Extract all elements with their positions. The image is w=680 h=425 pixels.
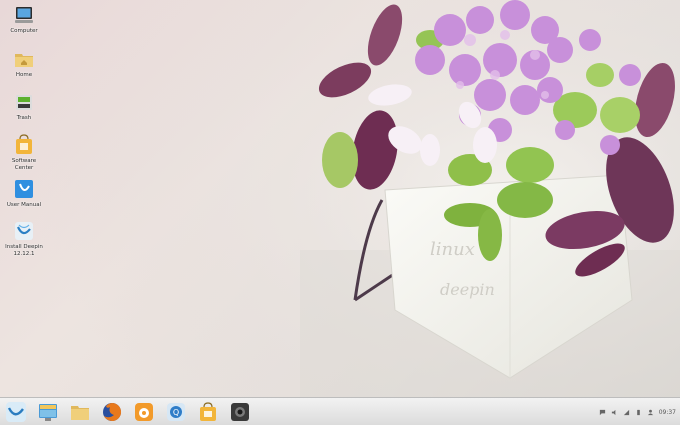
svg-text:Q: Q	[173, 408, 179, 417]
desktop-icon-label: Home	[15, 72, 33, 78]
file-manager-icon	[71, 406, 89, 420]
desktop-icon-label: Install Deepin 12.12.1	[5, 244, 43, 257]
desktop-icon-trash[interactable]: Trash	[2, 91, 46, 122]
desktop-icon-home[interactable]: Home	[2, 48, 46, 79]
dock-launcher-button[interactable]	[4, 400, 28, 424]
music-player-icon	[135, 403, 153, 421]
dock-camera-button[interactable]	[228, 400, 252, 424]
power-icon[interactable]	[635, 409, 642, 416]
network-icon[interactable]	[623, 409, 630, 416]
dock-chat-button[interactable]: Q	[164, 400, 188, 424]
chat-bubble-icon[interactable]	[599, 409, 606, 416]
camera-icon	[231, 403, 249, 421]
desktop-icon-label: Trash	[16, 115, 32, 121]
home-folder-icon	[15, 54, 33, 67]
dock-show-desktop-button[interactable]	[36, 400, 60, 424]
deepin-launcher-icon	[6, 402, 26, 422]
watermark-deepin: deepin	[440, 280, 495, 299]
desktop-icon-software-center[interactable]: Software Center	[2, 134, 46, 172]
taskbar: Q 09:37	[0, 397, 680, 425]
desktop-icon-install-deepin[interactable]: Install Deepin 12.12.1	[2, 220, 46, 258]
desktop-icon-label: User Manual	[6, 202, 42, 208]
clock[interactable]: 09:37	[659, 409, 676, 416]
system-tray: 09:37	[599, 406, 676, 418]
user-manual-icon	[15, 180, 33, 198]
trash-icon	[16, 95, 32, 110]
dock-music-player-button[interactable]	[132, 400, 156, 424]
dock-software-center-button[interactable]	[196, 400, 220, 424]
dock-firefox-button[interactable]	[100, 400, 124, 424]
watermark-linux: linux	[430, 239, 475, 260]
wallpaper: linux deepin	[0, 0, 680, 425]
desktop-icon-label: Computer	[10, 28, 38, 34]
user-icon[interactable]	[647, 409, 654, 416]
volume-icon[interactable]	[611, 409, 618, 416]
software-center-icon	[200, 402, 216, 421]
software-center-icon	[16, 134, 32, 154]
desktop-icon-label: Software Center	[11, 158, 37, 171]
desktop-icon-computer[interactable]: Computer	[2, 4, 46, 35]
dock-file-manager-button[interactable]	[68, 400, 92, 424]
desktop-icon-user-manual[interactable]: User Manual	[2, 178, 46, 209]
install-deepin-icon	[15, 222, 33, 240]
chat-icon: Q	[167, 403, 185, 421]
firefox-icon	[103, 402, 122, 421]
computer-icon	[15, 7, 33, 23]
show-desktop-icon	[39, 404, 57, 421]
